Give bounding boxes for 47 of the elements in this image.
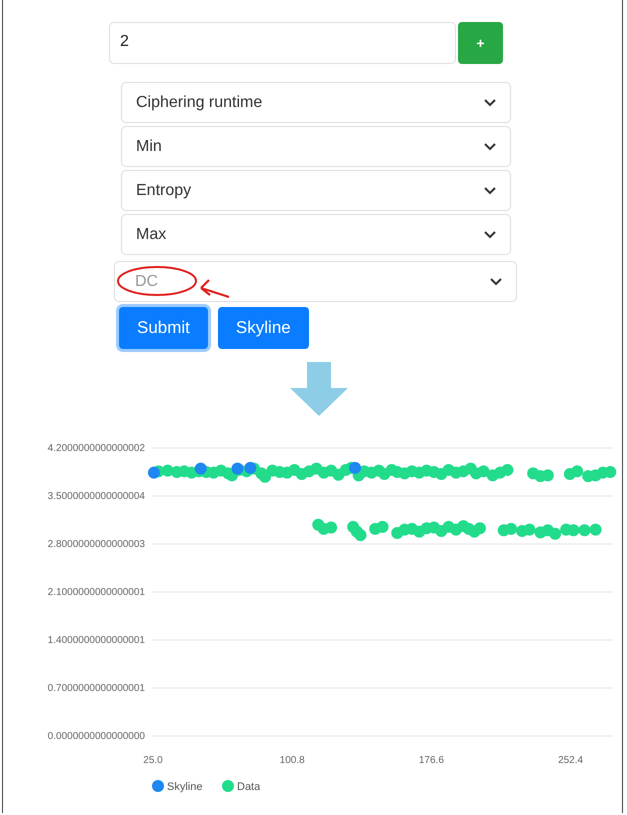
chevron-icon <box>484 230 496 238</box>
dropdown[interactable]: Entropy <box>121 170 511 211</box>
dropdown[interactable]: Ciphering runtime <box>121 82 511 123</box>
x-tick-label: 252.4 <box>558 755 584 766</box>
data-point <box>194 462 207 475</box>
data-point <box>549 528 562 540</box>
data-point <box>604 466 616 478</box>
y-tick-label: 3.5000000000000004 <box>48 491 145 502</box>
data-point <box>590 524 602 536</box>
data-point <box>478 465 490 478</box>
action-button[interactable]: Skyline <box>218 307 309 349</box>
x-tick-label: 25.0 <box>143 755 163 766</box>
legend-label: Skyline <box>167 781 202 793</box>
data-point <box>148 466 160 479</box>
chevron-icon <box>484 98 496 106</box>
data-point <box>244 462 256 474</box>
y-tick-label: 2.1000000000000001 <box>48 587 145 598</box>
legend-label: Data <box>237 781 260 793</box>
data-point <box>542 469 554 482</box>
down-arrow-icon <box>290 362 348 416</box>
count-field[interactable]: 2 <box>109 22 456 64</box>
chevron-icon <box>490 278 502 286</box>
data-point <box>501 464 514 476</box>
dropdown[interactable]: Min <box>121 126 511 167</box>
data-point <box>354 529 366 542</box>
data-point <box>325 522 338 534</box>
data-point <box>568 524 580 536</box>
data-point <box>231 462 244 475</box>
data-point <box>523 524 536 536</box>
action-button[interactable]: Submit <box>119 307 208 349</box>
data-point <box>505 522 518 535</box>
y-tick-label: 0.7000000000000001 <box>48 683 145 694</box>
data-point <box>259 470 272 483</box>
y-tick-label: 4.2000000000000002 <box>48 443 145 454</box>
x-tick-label: 100.8 <box>280 755 305 766</box>
data-point <box>376 520 389 533</box>
dropdown[interactable]: Max <box>121 214 511 255</box>
data-point <box>474 522 486 534</box>
data-point <box>578 524 591 536</box>
x-tick-label: 176.6 <box>418 755 444 766</box>
data-point <box>349 462 361 474</box>
y-tick-label: 0.0000000000000000 <box>48 731 145 742</box>
chevron-icon <box>484 142 496 150</box>
data-point <box>571 465 584 478</box>
chevron-icon <box>484 186 496 194</box>
y-tick-label: 1.4000000000000001 <box>48 635 145 646</box>
y-tick-label: 2.8000000000000003 <box>48 539 145 550</box>
